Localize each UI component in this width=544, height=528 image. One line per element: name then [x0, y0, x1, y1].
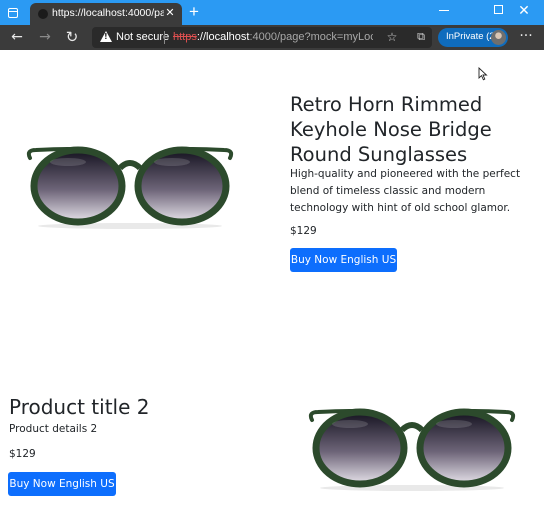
product-title: Product title 2	[9, 395, 150, 419]
back-arrow-icon[interactable]: ←	[7, 27, 27, 47]
inprivate-button[interactable]: InPrivate (2)	[438, 28, 508, 47]
browser-tab-strip: https://localhost:4000/page?mock=myLocTe…	[0, 0, 544, 25]
address-divider	[164, 31, 165, 44]
tab-title: https://localhost:4000/page?mock=myLocTe…	[52, 7, 164, 19]
new-tab-icon[interactable]: +	[186, 3, 202, 20]
product-price: $129	[9, 448, 36, 460]
window-close-button[interactable]: ✕	[504, 0, 544, 20]
sunglasses-image	[308, 408, 516, 491]
product-description: Product details 2	[9, 423, 98, 435]
buy-now-button[interactable]: Buy Now English US	[8, 472, 116, 496]
browser-tab[interactable]: https://localhost:4000/page?mock=myLocTe…	[30, 3, 182, 25]
window-minimize-button[interactable]	[424, 0, 464, 20]
more-options-icon[interactable]: ···	[516, 27, 536, 47]
inprivate-label: InPrivate (2)	[446, 31, 498, 42]
tab-actions-icon[interactable]	[4, 4, 22, 22]
sunglasses-image	[26, 146, 234, 229]
address-bar[interactable]: Not secure https://localhost:4000/page?m…	[92, 27, 432, 48]
url-rest: :4000/page?mock=myLocTestPag...	[249, 31, 373, 43]
page-viewport: Retro Horn Rimmed Keyhole Nose Bridge Ro…	[0, 50, 544, 528]
buy-now-button[interactable]: Buy Now English US	[290, 248, 397, 272]
collections-icon[interactable]: ⧉	[414, 30, 428, 44]
refresh-icon[interactable]: ↻	[62, 27, 82, 47]
mouse-cursor-icon	[478, 67, 488, 81]
security-label[interactable]: Not secure	[116, 31, 169, 43]
product-price: $129	[290, 225, 317, 237]
add-favorite-icon[interactable]: ☆	[384, 29, 400, 45]
tab-favicon-icon	[38, 9, 48, 19]
product-title: Retro Horn Rimmed Keyhole Nose Bridge Ro…	[290, 93, 492, 166]
tab-close-icon[interactable]: ✕	[163, 6, 177, 20]
url-text[interactable]: https://localhost:4000/page?mock=myLocTe…	[173, 31, 373, 43]
url-scheme: https	[173, 31, 197, 43]
warning-icon	[100, 31, 112, 42]
forward-arrow-icon[interactable]: →	[35, 27, 55, 47]
url-host: ://localhost	[196, 31, 250, 43]
browser-toolbar: ← → ↻ Not secure https://localhost:4000/…	[0, 25, 544, 50]
product-description: High-quality and pioneered with the perf…	[290, 168, 521, 214]
profile-avatar-icon	[491, 30, 506, 45]
